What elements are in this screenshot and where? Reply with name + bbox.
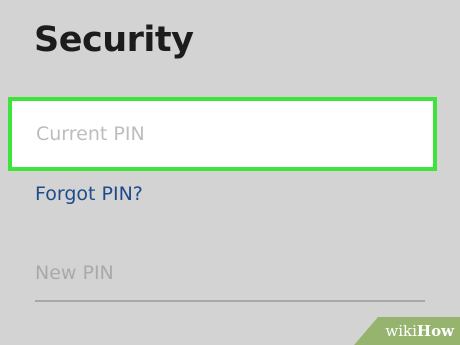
watermark-text: wikiHow: [385, 322, 454, 340]
watermark-prefix: wiki: [385, 322, 417, 340]
current-pin-highlight: [8, 97, 437, 171]
new-pin-input[interactable]: [35, 258, 425, 288]
watermark-suffix: How: [416, 322, 454, 340]
forgot-pin-link[interactable]: Forgot PIN?: [35, 181, 143, 207]
new-pin-underline: [35, 300, 425, 302]
current-pin-input[interactable]: [36, 101, 416, 167]
page-title: Security: [34, 20, 194, 60]
wikihow-watermark: wikiHow: [354, 317, 460, 345]
